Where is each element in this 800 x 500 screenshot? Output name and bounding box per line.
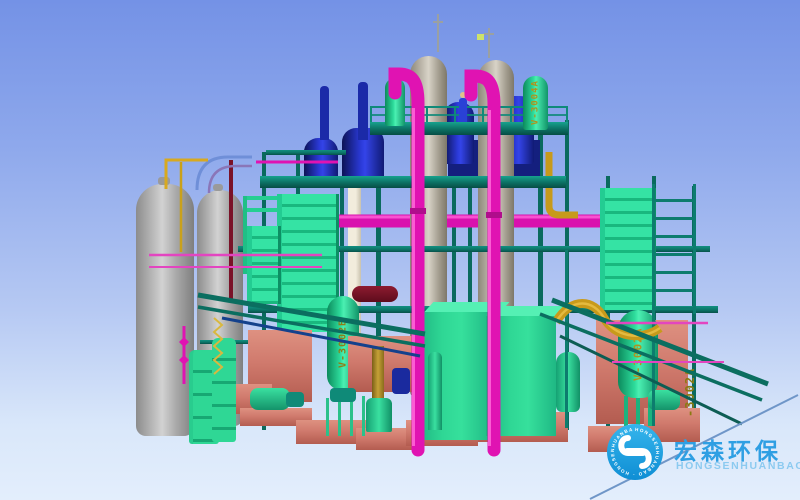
- vessel-v3004a: V-3004A: [523, 76, 548, 130]
- green-cylinder-top: [385, 78, 405, 126]
- worker-head: [460, 92, 466, 98]
- blue-pump-motor: [392, 368, 410, 394]
- pump-body: [330, 388, 356, 402]
- worker-figure: [459, 98, 467, 122]
- pump: [250, 388, 290, 410]
- support-leg: [338, 396, 341, 436]
- blue-column: [320, 86, 329, 140]
- pump-motor: [286, 392, 304, 407]
- frame-column-front: [652, 250, 655, 426]
- frame-column-front: [565, 250, 568, 428]
- support-leg: [350, 398, 353, 436]
- logo-name-en: HONGSENHUANBAO: [676, 460, 800, 472]
- frame-column: [340, 176, 344, 302]
- plate-heat-exchanger-small: [247, 226, 281, 304]
- vertical-pump: [366, 398, 392, 432]
- support-leg: [326, 398, 329, 436]
- filter-column: [212, 338, 236, 442]
- tank-nozzle: [213, 184, 223, 191]
- logo: HONGSENHUANBAO · HONGSENHUANBAO · 宏森环保 H…: [606, 420, 800, 498]
- blue-column: [358, 82, 368, 140]
- vertical-pump: [428, 352, 442, 430]
- right-frame-ladder: [652, 184, 696, 314]
- plate-heat-exchanger-right: [600, 188, 656, 310]
- frame-beam: [266, 150, 346, 155]
- storage-tank-left-1: [136, 184, 194, 436]
- vessel-v3004a-label: V-3004A: [523, 76, 548, 130]
- green-box-tank-2: [486, 316, 556, 436]
- plant-3d-render: V-3004A V-3002B V-3002A -3002A: [0, 0, 800, 500]
- support-leg: [362, 396, 365, 436]
- tank-nozzle: [158, 177, 170, 185]
- gold-column: [372, 346, 384, 402]
- vertical-pump: [556, 352, 580, 412]
- logo-circle-icon: HONGSENHUANBAO · HONGSENHUANBAO ·: [606, 423, 664, 481]
- mid-platform: [260, 176, 566, 188]
